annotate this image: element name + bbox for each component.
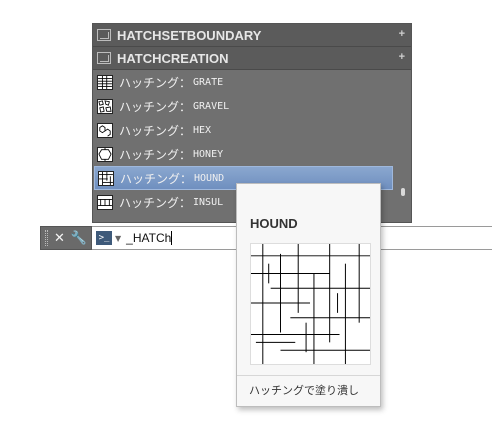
drag-grip-icon[interactable] bbox=[45, 230, 48, 246]
item-prefix: ハッチング： bbox=[119, 195, 192, 210]
suggestion-hatchsetboundary[interactable]: HATCHSETBOUNDARY + bbox=[93, 24, 411, 47]
grate-pattern-icon bbox=[97, 74, 113, 90]
suggestion-hatch-honey[interactable]: ハッチング： HONEY bbox=[93, 142, 411, 166]
suggestion-hatchcreation[interactable]: HATCHCREATION + bbox=[93, 47, 411, 70]
insul-pattern-icon bbox=[97, 194, 113, 210]
hatch-create-icon bbox=[97, 52, 111, 64]
hatch-tooltip: HOUND ハッチングで塗り潰し bbox=[236, 183, 381, 407]
item-prefix: ハッチング： bbox=[120, 171, 193, 186]
expand-icon[interactable]: + bbox=[399, 51, 405, 63]
tooltip-description: ハッチングで塗り潰し bbox=[249, 384, 359, 397]
item-prefix: ハッチング： bbox=[119, 147, 192, 162]
hound-pattern-preview bbox=[250, 243, 371, 365]
item-name: HEX bbox=[193, 124, 212, 136]
tooltip-title: HOUND bbox=[250, 216, 298, 231]
command-prompt-icon[interactable]: >_ bbox=[96, 231, 112, 245]
hatch-boundary-icon bbox=[97, 29, 111, 41]
item-name: GRAVEL bbox=[193, 100, 230, 112]
chevron-down-icon[interactable]: ▼ bbox=[115, 234, 121, 243]
item-name: INSUL bbox=[193, 196, 224, 208]
hound-pattern-icon bbox=[98, 170, 114, 186]
honey-pattern-icon bbox=[97, 146, 113, 162]
dropdown-scrollbar[interactable] bbox=[401, 188, 405, 196]
item-prefix: ハッチング： bbox=[119, 99, 192, 114]
item-name: GRATE bbox=[193, 76, 224, 88]
item-name: HONEY bbox=[193, 148, 224, 160]
suggestion-label: HATCHCREATION bbox=[117, 50, 229, 66]
text-cursor bbox=[171, 231, 173, 245]
item-name: HOUND bbox=[194, 172, 225, 184]
suggestion-hatch-gravel[interactable]: ハッチング： GRAVEL bbox=[93, 94, 411, 118]
command-input[interactable]: _HATCh bbox=[126, 231, 171, 245]
suggestion-hatch-grate[interactable]: ハッチング： GRATE bbox=[93, 70, 411, 94]
item-prefix: ハッチング： bbox=[119, 75, 192, 90]
gravel-pattern-icon bbox=[97, 98, 113, 114]
command-line-toolbar: ✕ 🔧 bbox=[40, 226, 92, 250]
suggestion-hatch-hex[interactable]: ハッチング： HEX bbox=[93, 118, 411, 142]
expand-icon[interactable]: + bbox=[399, 28, 405, 40]
tooltip-divider bbox=[237, 375, 380, 376]
suggestion-label: HATCHSETBOUNDARY bbox=[117, 27, 262, 43]
close-icon[interactable]: ✕ bbox=[54, 232, 65, 245]
item-prefix: ハッチング： bbox=[119, 123, 192, 138]
hex-pattern-icon bbox=[97, 122, 113, 138]
wrench-icon[interactable]: 🔧 bbox=[71, 232, 87, 245]
